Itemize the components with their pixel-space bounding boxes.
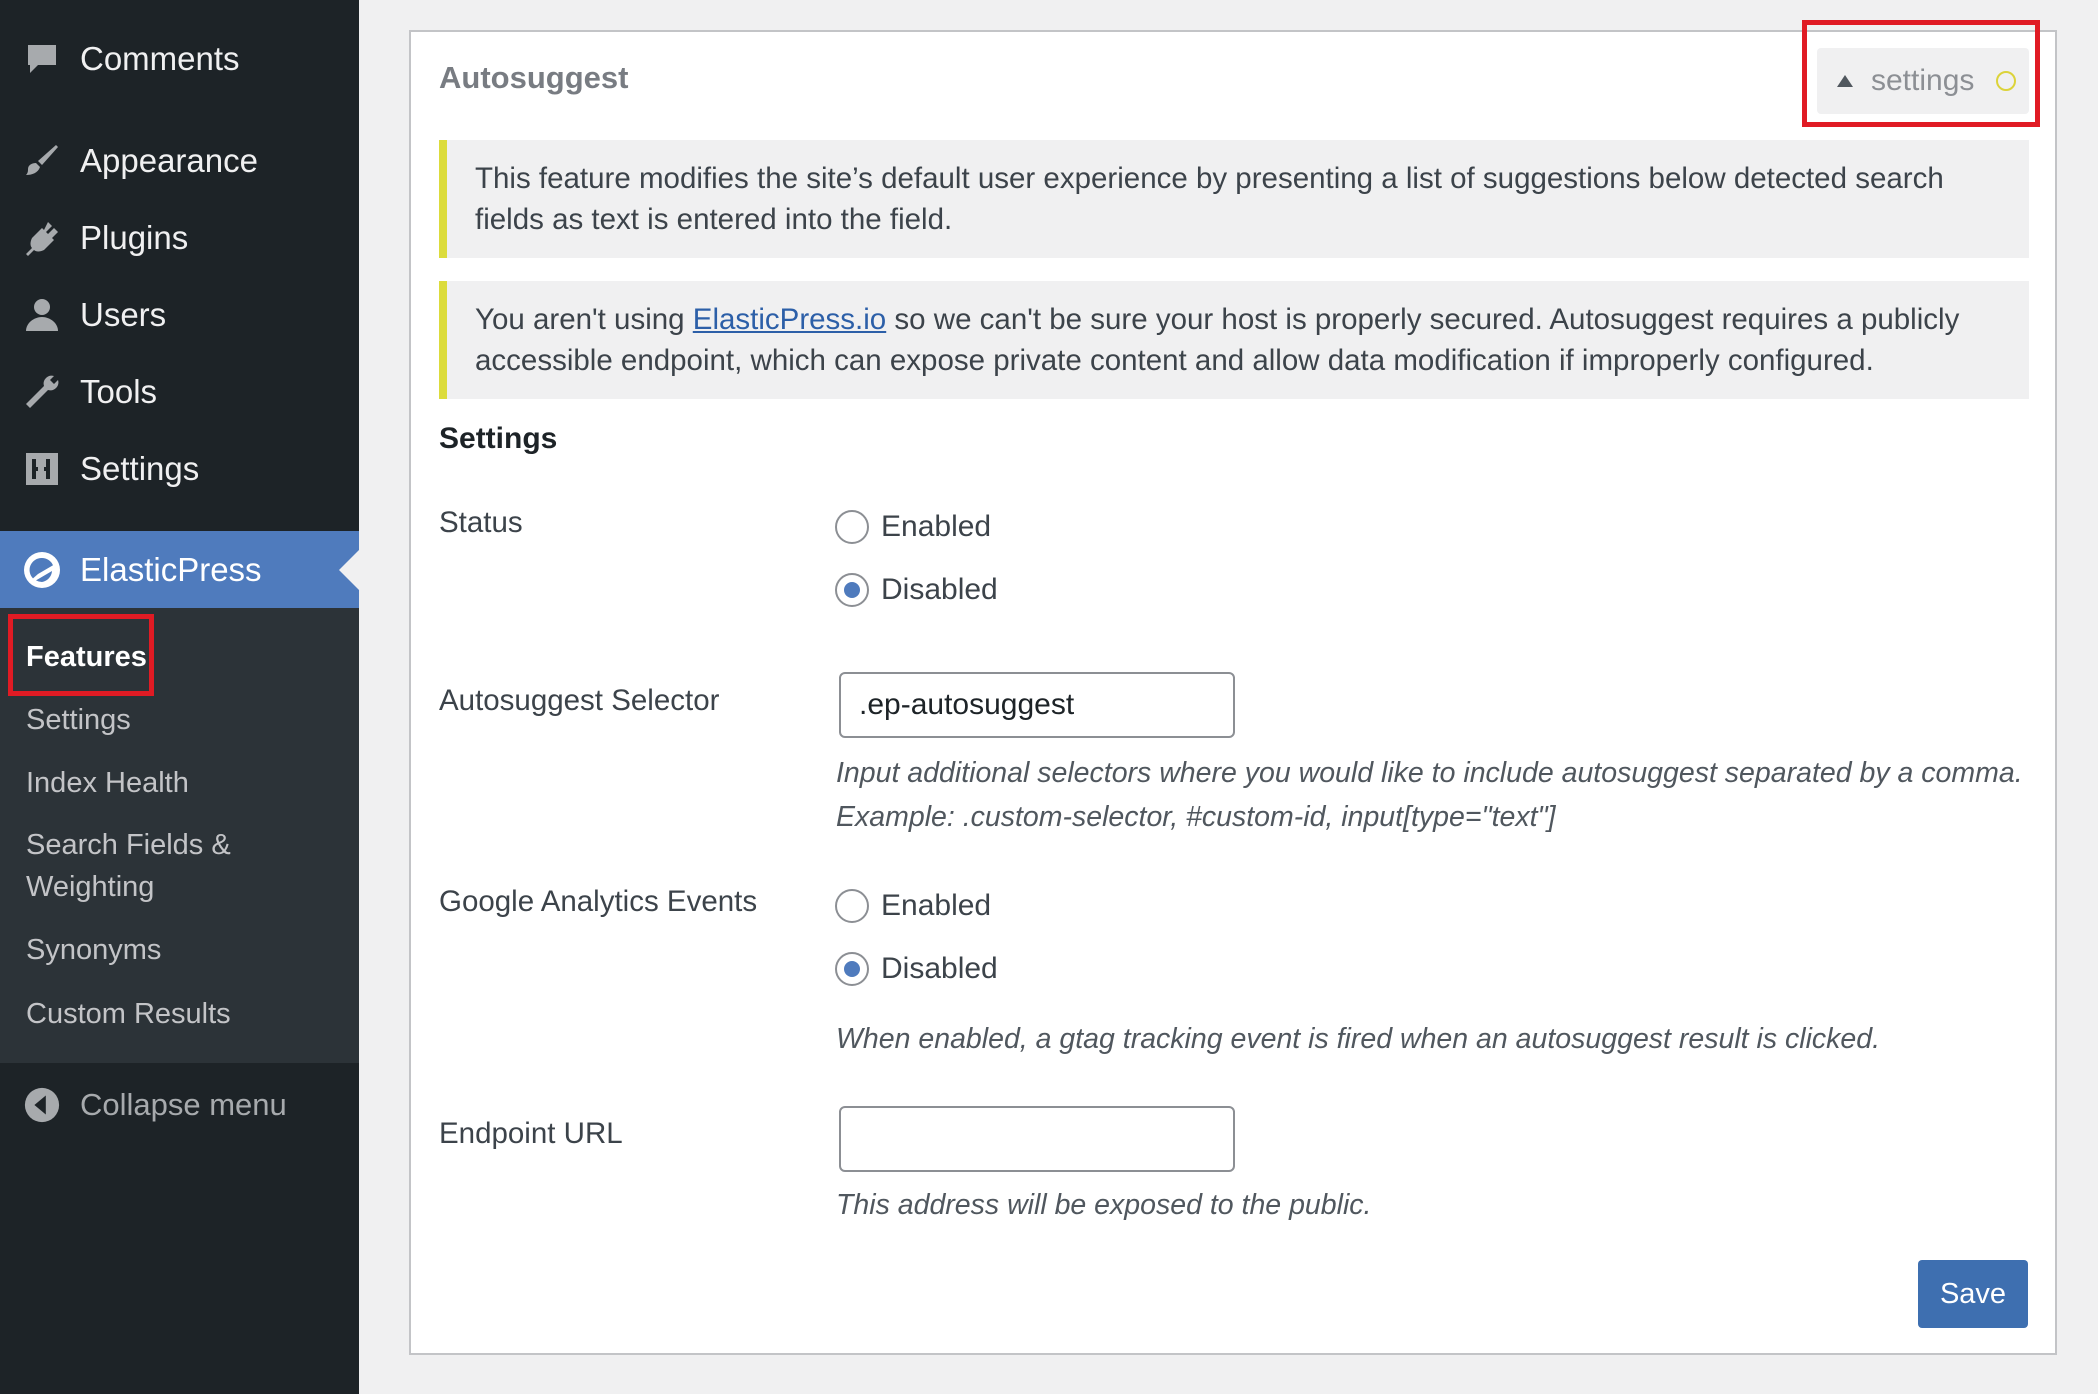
plugin-icon — [20, 216, 64, 260]
status-dot-icon — [1996, 71, 2017, 91]
radio-label: Disabled — [881, 573, 998, 606]
radio-button[interactable] — [835, 510, 869, 544]
submenu-item-settings[interactable]: Settings — [26, 699, 131, 741]
radio-label: Enabled — [881, 510, 992, 543]
selector-help-text: Input additional selectors where you wou… — [836, 757, 2023, 789]
sidebar-item-appearance[interactable]: Appearance — [0, 126, 359, 196]
radio-button-checked[interactable] — [835, 952, 869, 986]
autosuggest-selector-label: Autosuggest Selector — [439, 684, 720, 717]
sidebar-item-label: Settings — [80, 450, 200, 487]
endpoint-url-label: Endpoint URL — [439, 1117, 623, 1150]
security-warning-notice: You aren't using ElasticPress.io so we c… — [439, 281, 2029, 399]
elasticpress-io-link[interactable]: ElasticPress.io — [693, 303, 886, 336]
radio-button[interactable] — [835, 889, 869, 923]
settings-toggle-label: settings — [1871, 64, 1975, 97]
autosuggest-selector-input[interactable]: .ep-autosuggest — [839, 672, 1235, 738]
autosuggest-feature-panel: Autosuggest settings This feature modifi… — [409, 30, 2057, 1355]
radio-button-checked[interactable] — [835, 573, 869, 607]
notice-text: This feature modifies the site’s default… — [475, 162, 1944, 236]
elasticpress-submenu: Features Settings Index Health Search Fi… — [0, 608, 359, 1063]
sidebar-item-elasticpress[interactable]: ElasticPress — [0, 531, 359, 608]
ga-help-text: When enabled, a gtag tracking event is f… — [836, 1023, 1881, 1055]
collapse-triangle-icon — [1837, 75, 1853, 87]
collapse-arrow-icon — [20, 1083, 64, 1127]
endpoint-url-input[interactable] — [839, 1106, 1235, 1172]
collapse-menu-button[interactable]: Collapse menu — [0, 1070, 359, 1140]
sidebar-item-comments[interactable]: Comments — [0, 24, 359, 94]
google-analytics-label: Google Analytics Events — [439, 885, 758, 918]
sidebar-item-plugins[interactable]: Plugins — [0, 203, 359, 273]
sidebar-item-label: Plugins — [80, 219, 189, 256]
radio-label: Disabled — [881, 952, 998, 985]
sidebar-item-label: Tools — [80, 373, 158, 410]
sidebar-item-settings[interactable]: Settings — [0, 434, 359, 504]
sidebar-item-users[interactable]: Users — [0, 280, 359, 350]
save-button[interactable]: Save — [1918, 1260, 2028, 1328]
settings-sliders-icon — [20, 447, 64, 491]
submenu-item-features[interactable]: Features — [26, 636, 147, 678]
admin-sidebar: Comments Appearance Plugins Users Tools … — [0, 0, 359, 1394]
submenu-item-search-fields[interactable]: Search Fields & Weighting — [26, 824, 276, 908]
feature-description-notice: This feature modifies the site’s default… — [439, 140, 2029, 258]
endpoint-help-text: This address will be exposed to the publ… — [836, 1189, 1372, 1221]
submenu-item-synonyms[interactable]: Synonyms — [26, 929, 161, 971]
status-enabled-radio[interactable]: Enabled — [835, 510, 991, 544]
sidebar-item-label: Users — [80, 296, 167, 333]
active-indicator — [339, 549, 359, 590]
ga-disabled-radio[interactable]: Disabled — [835, 952, 998, 986]
settings-heading: Settings — [439, 422, 558, 455]
settings-toggle-button[interactable]: settings — [1817, 48, 2029, 114]
sidebar-item-label: ElasticPress — [80, 550, 262, 588]
comments-icon — [20, 37, 64, 81]
user-icon — [20, 293, 64, 337]
feature-title: Autosuggest — [439, 60, 629, 95]
selector-example-text: Example: .custom-selector, #custom-id, i… — [836, 801, 1556, 833]
submenu-item-custom-results[interactable]: Custom Results — [26, 993, 231, 1035]
radio-label: Enabled — [881, 889, 992, 922]
submenu-item-index-health[interactable]: Index Health — [26, 762, 189, 804]
paintbrush-icon — [20, 139, 64, 183]
collapse-menu-label: Collapse menu — [80, 1087, 287, 1122]
wrench-icon — [20, 370, 64, 414]
elasticpress-icon — [20, 548, 64, 592]
sidebar-item-tools[interactable]: Tools — [0, 357, 359, 427]
sidebar-item-label: Appearance — [80, 142, 258, 179]
status-label: Status — [439, 506, 523, 539]
status-disabled-radio[interactable]: Disabled — [835, 573, 998, 607]
notice-text-before: You aren't using — [475, 303, 693, 336]
sidebar-item-label: Comments — [80, 40, 240, 77]
ga-enabled-radio[interactable]: Enabled — [835, 889, 991, 923]
